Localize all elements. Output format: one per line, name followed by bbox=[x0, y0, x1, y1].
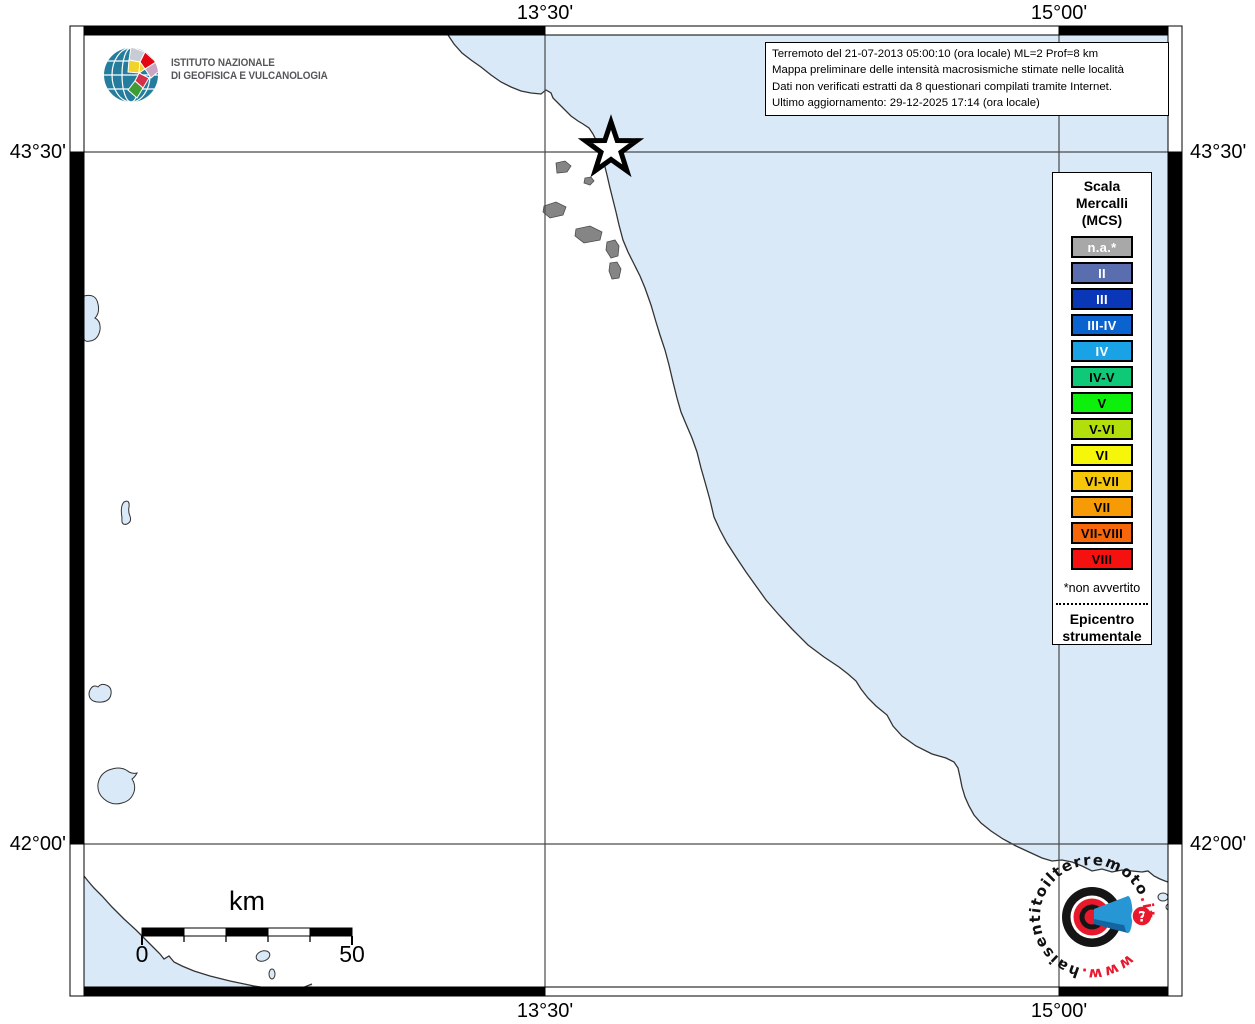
axis-label-left-42-00: 42°00' bbox=[9, 833, 66, 855]
legend-item-vi: VI bbox=[1071, 444, 1133, 466]
axis-label-right-42-00: 42°00' bbox=[1190, 833, 1247, 855]
axis-label-top-15-00: 15°00' bbox=[1030, 2, 1088, 24]
legend-footnote: *non avvertito bbox=[1063, 581, 1141, 595]
legend-box: Scala Mercalli (MCS) n.a.* II III III-IV… bbox=[1052, 172, 1152, 645]
legend-epicenter-label: Epicentro strumentale bbox=[1062, 611, 1141, 645]
legend-title-line3: (MCS) bbox=[1081, 212, 1123, 228]
legend-title-line2: Mercalli bbox=[1075, 195, 1129, 211]
axis-label-left-43-30: 43°30' bbox=[9, 141, 66, 163]
legend-epicenter-line2: strumentale bbox=[1062, 628, 1142, 644]
legend-item-iv: IV bbox=[1071, 340, 1133, 362]
axis-label-top-13-30: 13°30' bbox=[516, 2, 574, 24]
legend-item-iii: III bbox=[1071, 288, 1133, 310]
legend-item-viii: VIII bbox=[1071, 548, 1133, 570]
legend-title-line1: Scala bbox=[1083, 178, 1121, 194]
event-data-note: Dati non verificati estratti da 8 questi… bbox=[772, 80, 1112, 93]
event-description: Mappa preliminare delle intensità macros… bbox=[772, 64, 1125, 77]
legend-item-iv-v: IV-V bbox=[1071, 366, 1133, 388]
macroseismic-map-page: ? www.haisentitoilterremoto .it 13°30' 15… bbox=[0, 0, 1255, 1024]
event-title: Terremoto del 21-07-2013 05:00:10 (ora l… bbox=[772, 48, 1099, 60]
scale-bar-unit: km bbox=[229, 886, 265, 916]
legend-item-vi-vii: VI-VII bbox=[1071, 470, 1133, 492]
legend-item-na: n.a.* bbox=[1071, 236, 1133, 258]
legend-item-vii-viii: VII-VIII bbox=[1071, 522, 1133, 544]
event-last-update: Ultimo aggiornamento: 29-12-2025 17:14 (… bbox=[772, 97, 1040, 110]
axis-label-bottom-13-30: 13°30' bbox=[516, 1000, 574, 1022]
axis-label-bottom-15-00: 15°00' bbox=[1030, 1000, 1088, 1022]
legend-item-v: V bbox=[1071, 392, 1133, 414]
axis-label-right-43-30: 43°30' bbox=[1190, 141, 1247, 163]
legend-epicenter-line1: Epicentro bbox=[1069, 611, 1135, 627]
event-info-box: Terremoto del 21-07-2013 05:00:10 (ora l… bbox=[765, 42, 1169, 116]
legend-divider bbox=[1056, 603, 1148, 605]
legend-item-v-vi: V-VI bbox=[1071, 418, 1133, 440]
legend-item-vii: VII bbox=[1071, 496, 1133, 518]
scale-bar-end: 50 bbox=[339, 941, 365, 967]
ingv-name-line1: ISTITUTO NAZIONALE bbox=[171, 57, 275, 69]
scale-bar-start: 0 bbox=[135, 941, 149, 967]
legend-item-ii: II bbox=[1071, 262, 1133, 284]
ingv-logo-wordmark: ISTITUTO NAZIONALE DI GEOFISICA E VULCAN… bbox=[171, 57, 328, 83]
legend-title: Scala Mercalli (MCS) bbox=[1076, 178, 1128, 229]
legend-scale-list: n.a.* II III III-IV IV IV-V V V-VI VI VI… bbox=[1071, 236, 1133, 574]
legend-item-iii-iv: III-IV bbox=[1071, 314, 1133, 336]
ingv-name-line2: DI GEOFISICA E VULCANOLOGIA bbox=[171, 70, 328, 82]
